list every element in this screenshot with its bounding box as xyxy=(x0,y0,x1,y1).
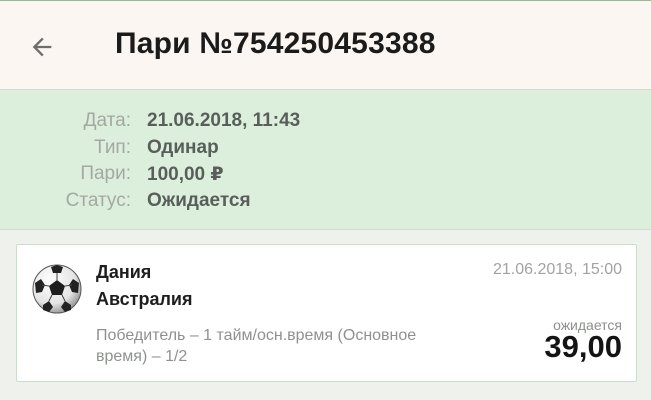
odds-value: 39,00 xyxy=(544,329,622,364)
bet-date-row: Дата: 21.06.2018, 11:43 xyxy=(0,110,651,136)
page-title: Пари №754250453388 xyxy=(115,27,436,60)
event-card[interactable]: Дания Австралия 21.06.2018, 15:00 Победи… xyxy=(16,244,637,382)
arrow-left-icon xyxy=(32,37,52,57)
bet-type-label: Тип: xyxy=(94,137,131,158)
bet-summary: Дата: 21.06.2018, 11:43 Тип: Одинар Пари… xyxy=(0,90,651,230)
team-away: Австралия xyxy=(96,289,193,309)
bet-stake-row: Пари: 100,00 ₽ xyxy=(0,163,651,189)
back-button[interactable] xyxy=(18,23,66,71)
app-bar: Пари №754250453388 xyxy=(0,0,651,90)
bet-type-row: Тип: Одинар xyxy=(0,137,651,163)
team-home: Дания xyxy=(96,262,152,282)
bet-date-value: 21.06.2018, 11:43 xyxy=(147,110,301,131)
bet-status-value: Ожидается xyxy=(147,190,251,211)
bet-status-row: Статус: Ожидается xyxy=(0,190,651,216)
bet-date-label: Дата: xyxy=(83,110,131,131)
market-description: Победитель – 1 тайм/осн.время (Основное … xyxy=(96,327,417,365)
bet-type-value: Одинар xyxy=(147,137,219,158)
event-date: 21.06.2018, 15:00 xyxy=(492,261,622,278)
bet-stake-value: 100,00 ₽ xyxy=(147,164,224,185)
bet-stake-label: Пари: xyxy=(80,163,131,184)
bet-status-label: Статус: xyxy=(65,190,131,211)
soccer-ball-icon xyxy=(32,264,82,314)
